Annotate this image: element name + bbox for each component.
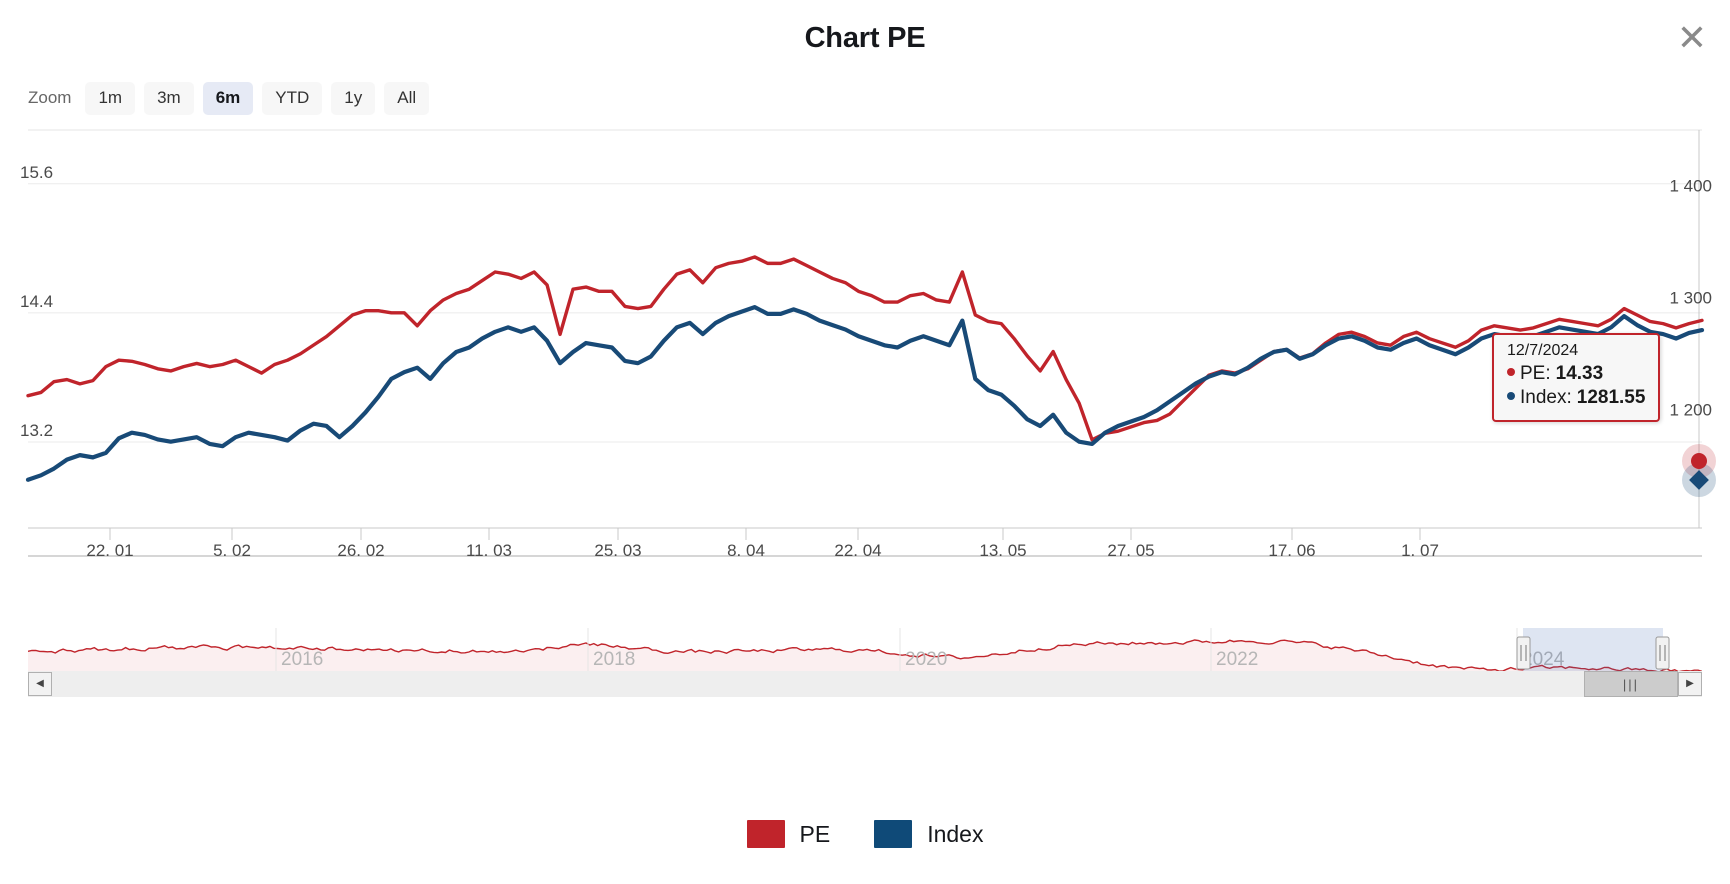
navigator-year-label: 2022 [1216,649,1258,670]
chart-modal: Chart PE ✕ Zoom 1m 3m 6m YTD 1y All 15.6… [0,0,1730,884]
chart-plot-area[interactable]: 15.6 14.4 13.2 1 400 1 300 1 200 22. 01 5. 02… [0,128,1730,628]
y-axis-right-tick: 1 400 [1669,176,1712,195]
legend-swatch-index-icon [874,820,913,848]
range-selector: Zoom 1m 3m 6m YTD 1y All [28,82,430,115]
legend-label-pe: PE [799,820,831,847]
legend-item-index[interactable]: Index [874,820,983,848]
x-axis-tick-label: 22. 01 [86,541,133,560]
range-button-ytd[interactable]: YTD [262,82,323,115]
tooltip-row-index: Index: 1281.55 [1507,386,1645,410]
range-button-1y[interactable]: 1y [331,82,376,115]
navigator-handle-right[interactable] [1655,636,1670,670]
tooltip-label-index: Index: [1520,387,1572,409]
scrollbar-left-arrow-icon[interactable]: ◀ [28,672,52,696]
legend-label-index: Index [927,820,984,847]
series-line-index [25,305,1705,482]
series-line-pe [26,255,1704,442]
close-x-glyph: ✕ [1676,17,1708,58]
y-axis-left-tick: 14.4 [20,292,53,311]
chart-tooltip: 12/7/2024 PE: 14.33 Index: 1281.55 [1492,333,1661,422]
y-axis-left-tick: 13.2 [20,421,53,440]
range-button-1m[interactable]: 1m [85,82,136,115]
x-axis-tick-label: 1. 07 [1401,541,1439,560]
y-axis-right-labels: 1 400 1 300 1 200 [1669,176,1712,419]
x-axis-tick-label: 5. 02 [213,541,251,560]
navigator-year-label: 2020 [905,649,947,670]
marker-point-pe [1691,453,1707,469]
scrollbar-right-arrow-icon[interactable]: ▶ [1678,672,1702,696]
navigator-year-label: 2018 [593,649,635,670]
scrollbar-track[interactable]: ||| [52,671,1678,697]
tooltip-date: 12/7/2024 [1507,342,1579,359]
tooltip-value-pe: 14.33 [1555,363,1604,384]
x-axis-tick-label: 22. 04 [834,541,881,560]
navigator-handle-left[interactable] [1516,636,1531,670]
chart-svg: 15.6 14.4 13.2 1 400 1 300 1 200 22. 01 5. 02… [20,129,1716,560]
series-dot-index-icon [1507,392,1515,401]
x-axis-tick-label: 27. 05 [1107,541,1154,560]
y-axis-right-tick: 1 300 [1669,288,1712,307]
y-axis-left-labels: 15.6 14.4 13.2 [20,163,53,440]
legend-item-pe[interactable]: PE [746,820,831,848]
x-axis-tick-label: 11. 03 [466,541,512,560]
zoom-label: Zoom [28,88,72,108]
chart-scrollbar[interactable]: ◀ ||| ▶ [28,671,1702,697]
range-button-3m[interactable]: 3m [144,82,194,115]
x-axis-tick-label: 13. 05 [979,541,1026,560]
navigator-year-label: 2016 [281,649,323,670]
series-dot-pe-icon [1507,368,1515,376]
y-axis-right-tick: 1 200 [1669,400,1712,419]
tooltip-row-pe: PE: 14.33 [1507,362,1645,386]
tooltip-label-pe: PE: [1520,363,1551,384]
range-button-6m[interactable]: 6m [202,82,254,115]
page-title: Chart PE [804,22,926,54]
gridlines [28,183,1702,443]
y-axis-left-tick: 15.6 [20,163,53,182]
x-axis-tick-label: 25. 03 [594,541,641,560]
x-axis-tick-label: 8. 04 [727,541,765,560]
x-axis-tick-label: 17. 06 [1268,541,1315,560]
x-axis-labels: 22. 01 5. 02 26. 02 11. 03 25. 03 8. 04 22. 04… [86,541,1439,560]
x-axis-ticks [109,528,1421,540]
legend-swatch-pe-icon [746,820,785,848]
scrollbar-thumb[interactable]: ||| [1584,671,1678,697]
range-button-all[interactable]: All [384,82,430,115]
chart-legend: PE Index [0,820,1730,848]
x-axis-tick-label: 26. 02 [337,541,384,560]
close-icon[interactable]: ✕ [1668,14,1716,62]
tooltip-value-index: 1281.55 [1576,387,1646,409]
